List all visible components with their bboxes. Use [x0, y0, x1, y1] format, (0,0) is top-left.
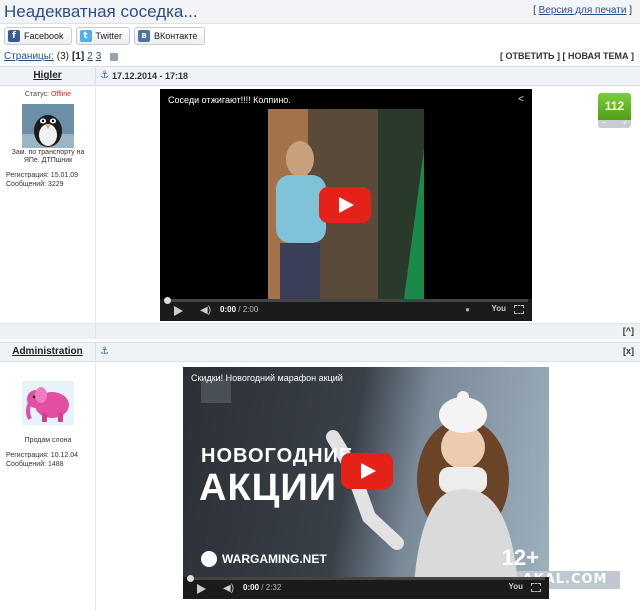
avatar[interactable] — [22, 104, 74, 148]
thread-title: Неадекватная соседка... — [4, 2, 198, 21]
user-title-2: Продам слона — [24, 437, 72, 444]
ad-brand: WARGAMING.NET — [201, 551, 327, 567]
video-title: Соседи отжигают!!!! Колпино. — [168, 95, 291, 105]
pages-total: (3) — [56, 51, 69, 62]
rating-plus-icon[interactable]: + — [623, 120, 627, 128]
youtube-logo-icon[interactable]: You — [508, 582, 523, 591]
ad-headline-2: АКЦИИ — [199, 467, 338, 509]
video-controls-2: ◀) 0:00 / 2:32 You — [183, 575, 549, 599]
vkontakte-icon: B — [138, 30, 151, 42]
play-control-icon[interactable] — [174, 306, 183, 316]
youtube-logo-icon[interactable]: You — [491, 304, 506, 313]
rating-controls: − + — [598, 120, 631, 128]
video-player[interactable]: Соседи отжигают!!!! Колпино. < ◀) 0:00 /… — [160, 89, 532, 321]
print-version-link[interactable]: Версия для печати — [539, 5, 627, 16]
user-status: Статус: Offline — [24, 91, 72, 98]
wargaming-logo-icon — [201, 551, 217, 567]
post-rating: 112 − + — [598, 93, 631, 128]
topic-actions: [ ОТВЕТИТЬ ] [ НОВАЯ ТЕМА ] — [500, 51, 634, 61]
video-time-2: 0:00 / 2:32 — [243, 583, 282, 592]
author-panel-2: Продам слона Регистрация: 10.12.04 Сообщ… — [0, 363, 96, 610]
video-controls: ◀) 0:00 / 2:00 ● You — [160, 297, 532, 321]
print-version: [ Версия для печати ] — [533, 5, 632, 16]
fullscreen-icon[interactable] — [531, 583, 541, 592]
facebook-icon: f — [8, 30, 20, 42]
pages-label[interactable]: Страницы: — [4, 51, 54, 62]
video-progress-bar-2[interactable] — [187, 575, 545, 582]
anchor-icon[interactable]: ⚓ — [100, 346, 110, 358]
play-icon[interactable] — [319, 187, 371, 223]
twitter-label: Twitter — [95, 31, 123, 41]
registration-date-2: Регистрация: 10.12.04 — [6, 452, 79, 459]
author-name-2[interactable]: Administration — [12, 346, 83, 357]
play-control-icon[interactable] — [197, 584, 206, 594]
message-count-2: Сообщений: 1488 — [6, 461, 64, 468]
rating-minus-icon[interactable]: − — [602, 120, 606, 128]
new-topic-button[interactable]: [ НОВАЯ ТЕМА ] — [562, 51, 634, 61]
video-time: 0:00 / 2:00 — [220, 305, 259, 314]
post-date: 17.12.2014 - 17:18 — [112, 71, 189, 81]
facebook-label: Facebook — [24, 31, 64, 41]
twitter-share-button[interactable]: t Twitter — [75, 27, 131, 45]
pagination: Страницы: (3) [1] 2 3 — [4, 51, 119, 62]
volume-icon[interactable]: ◀) — [200, 305, 211, 316]
volume-icon[interactable]: ◀) — [223, 583, 234, 594]
scroll-up-button[interactable]: [^] — [623, 326, 634, 336]
pages-menu-icon[interactable] — [110, 52, 119, 61]
status-offline: Offline — [50, 91, 72, 98]
anchor-icon[interactable]: ⚓ — [100, 70, 110, 82]
vkontakte-label: ВКонтакте — [154, 31, 198, 41]
settings-icon[interactable]: ● — [465, 305, 470, 314]
fullscreen-icon[interactable] — [514, 305, 524, 314]
user-stats: Регистрация: 15.01.09 Сообщений: 3229 — [6, 171, 78, 189]
video-player-2[interactable]: Скидки! Новогодний марафон акций НОВОГОД… — [183, 367, 549, 599]
ad-headline: НОВОГОДНИЕ — [201, 445, 354, 467]
rating-value: 112 — [598, 93, 631, 120]
author-panel: Статус: Offline Зам. по транспорту на ЯП… — [0, 87, 96, 323]
current-page: [1] — [71, 51, 85, 62]
post-header: Higler ⚓ 17.12.2014 - 17:18 — [0, 66, 640, 86]
twitter-icon: t — [79, 30, 92, 42]
author-name[interactable]: Higler — [33, 70, 61, 81]
page-3-link[interactable]: 3 — [96, 51, 102, 62]
message-count: Сообщений: 3229 — [6, 181, 64, 188]
share-icon[interactable]: < — [518, 94, 524, 105]
facebook-share-button[interactable]: f Facebook — [4, 27, 72, 45]
author-cell: Higler — [0, 67, 96, 85]
user-title: Зам. по транспорту на ЯПе. ДТПшник — [11, 149, 85, 164]
progress-handle-2[interactable] — [187, 575, 194, 582]
pagination-row: Страницы: (3) [1] 2 3 [ ОТВЕТИТЬ ] [ НОВ… — [0, 49, 640, 64]
post-header-2: Administration ⚓ [x] — [0, 342, 640, 362]
user-stats-2: Регистрация: 10.12.04 Сообщений: 1488 — [6, 451, 78, 469]
video-progress-bar[interactable] — [164, 297, 528, 304]
topic-header: Неадекватная соседка... [ Версия для печ… — [0, 0, 640, 24]
registration-date: Регистрация: 15.01.09 — [6, 172, 79, 179]
close-button[interactable]: [x] — [623, 346, 634, 356]
reply-button[interactable]: [ ОТВЕТИТЬ ] — [500, 51, 560, 61]
progress-handle[interactable] — [164, 297, 171, 304]
age-rating: 12+ — [501, 545, 539, 570]
share-buttons: f Facebook t Twitter B ВКонтакте — [4, 27, 206, 45]
author-cell-2: Administration — [0, 343, 96, 361]
play-icon[interactable] — [341, 453, 393, 489]
avatar-2[interactable] — [22, 381, 74, 425]
video-title-2: Скидки! Новогодний марафон акций — [191, 373, 343, 383]
vkontakte-share-button[interactable]: B ВКонтакте — [134, 27, 206, 45]
page-2-link[interactable]: 2 — [87, 51, 93, 62]
post-footer: [^] — [0, 323, 640, 339]
